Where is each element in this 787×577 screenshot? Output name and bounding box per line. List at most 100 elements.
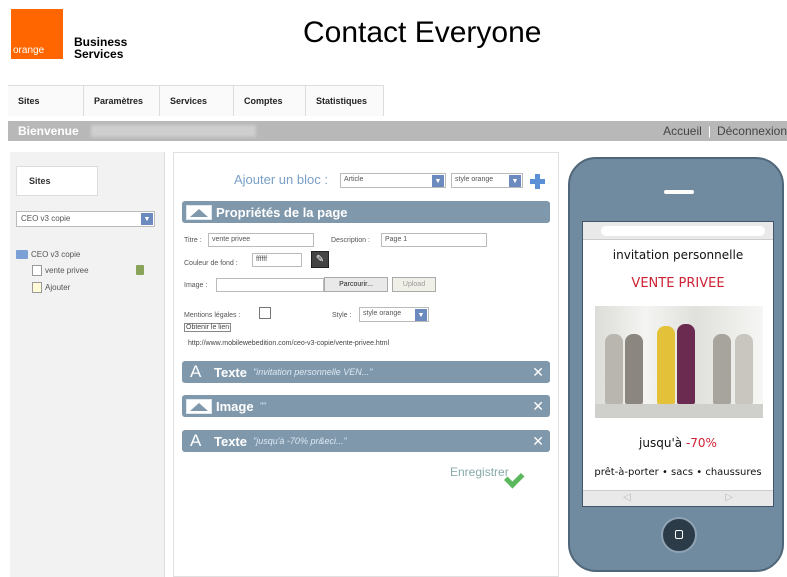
main-nav: Sites Paramètres Services Comptes Statis… xyxy=(8,85,384,116)
promo-line-2: VENTE PRIVEE xyxy=(631,276,725,291)
promo-line-4: prêt-à-porter • sacs • chaussures xyxy=(594,467,762,478)
phone-preview: invitation personnelle VENTE PRIVEE jusq… xyxy=(568,157,784,572)
title-label: Titre : xyxy=(184,237,202,244)
user-name-blurred xyxy=(91,125,256,137)
trash-icon[interactable] xyxy=(136,265,144,275)
browse-button[interactable]: Parcourir... xyxy=(324,277,388,292)
save-button[interactable]: Enregistrer xyxy=(450,464,537,480)
site-select-value: CEO v3 copie xyxy=(21,214,71,223)
block-bar-image[interactable]: Image "" ✕ xyxy=(182,395,550,417)
brand-line-2: Services xyxy=(74,47,124,61)
eyedropper-icon[interactable]: ✎ xyxy=(311,251,329,268)
description-input[interactable]: Page 1 xyxy=(381,233,487,247)
phone-speaker xyxy=(664,190,694,194)
block-preview: "invitation personnelle VEN..." xyxy=(253,367,373,377)
home-link[interactable]: Accueil xyxy=(663,124,702,138)
promo-line-3: jusqu'à -70% xyxy=(583,436,773,450)
block-preview: "" xyxy=(259,401,266,411)
block-style-select[interactable]: style orange ▼ xyxy=(451,173,523,188)
image-label: Image : xyxy=(184,282,208,289)
forward-arrow-icon[interactable]: ▷ xyxy=(725,492,733,503)
tree-item-label: vente privee xyxy=(45,266,89,275)
bg-color-label: Couleur de fond : xyxy=(184,260,238,267)
text-icon: A xyxy=(190,431,202,450)
check-icon xyxy=(515,464,537,480)
phone-screen: invitation personnelle VENTE PRIVEE jusq… xyxy=(582,221,774,507)
shop-floor xyxy=(595,404,763,418)
get-link-button[interactable]: Obtenir le lien xyxy=(184,323,232,332)
image-input[interactable] xyxy=(216,278,324,292)
browser-bottom-bar: ◁ ▷ xyxy=(583,490,773,506)
plus-icon[interactable] xyxy=(530,174,545,189)
block-type-select[interactable]: Article ▼ xyxy=(340,173,446,188)
page-properties-title: Propriétés de la page xyxy=(216,204,348,220)
block-style-value: style orange xyxy=(455,176,494,183)
block-type: Image xyxy=(216,398,254,414)
style-select[interactable]: style orange ▼ xyxy=(359,307,429,322)
block-type: Texte xyxy=(214,364,247,380)
folder-icon xyxy=(16,250,28,259)
title-input[interactable]: vente privee xyxy=(208,233,314,247)
sites-button[interactable]: Sites xyxy=(16,166,98,196)
page-url: http://www.mobilewebedition.com/ceo-v3-c… xyxy=(188,340,390,347)
site-select[interactable]: CEO v3 copie ▼ xyxy=(16,211,155,227)
promo-line-3-prefix: jusqu'à xyxy=(639,436,686,450)
nav-item-services[interactable]: Services xyxy=(160,86,234,116)
upload-button[interactable]: Upload xyxy=(392,277,436,292)
nav-item-parametres[interactable]: Paramètres xyxy=(84,86,160,116)
back-arrow-icon[interactable]: ◁ xyxy=(623,492,631,503)
style-select-value: style orange xyxy=(363,310,402,317)
nav-item-sites[interactable]: Sites xyxy=(8,86,84,116)
tree-item-label: Ajouter xyxy=(45,283,71,292)
text-icon: A xyxy=(190,362,202,381)
nav-item-statistiques[interactable]: Statistiques xyxy=(306,86,384,116)
welcome-text: Bienvenue xyxy=(18,124,79,138)
top-links: Accueil | Déconnexion xyxy=(663,124,787,138)
description-input-value: Page 1 xyxy=(385,236,408,243)
nav-item-comptes[interactable]: Comptes xyxy=(234,86,306,116)
promo-discount: -70% xyxy=(685,436,717,450)
close-icon[interactable]: ✕ xyxy=(532,398,544,415)
shopper-figure xyxy=(677,324,695,404)
description-label: Description : xyxy=(331,237,370,244)
block-bar-text-1[interactable]: A Texte "invitation personnelle VEN..." … xyxy=(182,361,550,383)
home-button[interactable] xyxy=(661,517,697,553)
editor-panel: Ajouter un bloc : Article ▼ style orange… xyxy=(173,152,559,577)
chevron-down-icon: ▼ xyxy=(509,175,521,187)
close-icon[interactable]: ✕ xyxy=(532,364,544,381)
logo-text: orange xyxy=(13,45,45,56)
mannequin-figure xyxy=(713,334,731,404)
bg-color-value: ffffff xyxy=(256,256,268,263)
browser-bar xyxy=(583,222,773,240)
bg-color-input[interactable]: ffffff xyxy=(252,253,302,267)
style-label: Style : xyxy=(332,312,352,319)
promo-line-1: invitation personnelle xyxy=(612,248,744,262)
welcome-bar: Bienvenue Accueil | Déconnexion xyxy=(8,121,787,141)
mannequin-figure xyxy=(735,334,753,404)
orange-logo[interactable]: orange xyxy=(11,9,63,59)
tree-root[interactable]: CEO v3 copie xyxy=(16,250,80,259)
add-block-label: Ajouter un bloc : xyxy=(234,172,328,187)
chevron-down-icon: ▼ xyxy=(141,213,153,225)
save-label: Enregistrer xyxy=(450,465,509,479)
browser-url-field xyxy=(601,226,765,236)
logout-link[interactable]: Déconnexion xyxy=(717,124,787,138)
new-page-icon xyxy=(32,282,42,293)
legal-checkbox[interactable] xyxy=(259,307,271,319)
image-icon xyxy=(186,204,212,220)
mannequin-figure xyxy=(605,334,623,404)
title-input-value: vente privee xyxy=(212,236,251,243)
chevron-down-icon: ▼ xyxy=(415,309,427,321)
brand-name: Business Services xyxy=(74,36,127,60)
block-type-value: Article xyxy=(344,176,364,183)
app-title: Contact Everyone xyxy=(303,16,542,49)
tree-item-vente-privee[interactable]: vente privee xyxy=(32,265,89,276)
block-preview: "jusqu'à -70% pr&eci..." xyxy=(253,436,347,446)
block-bar-text-2[interactable]: A Texte "jusqu'à -70% pr&eci..." ✕ xyxy=(182,430,550,452)
page-properties-bar[interactable]: Propriétés de la page xyxy=(182,201,550,223)
tree-item-ajouter[interactable]: Ajouter xyxy=(32,282,70,293)
shopper-figure xyxy=(657,326,675,404)
close-icon[interactable]: ✕ xyxy=(532,433,544,450)
sidebar: Sites CEO v3 copie ▼ CEO v3 copie vente … xyxy=(10,152,165,577)
mannequin-figure xyxy=(625,334,643,404)
